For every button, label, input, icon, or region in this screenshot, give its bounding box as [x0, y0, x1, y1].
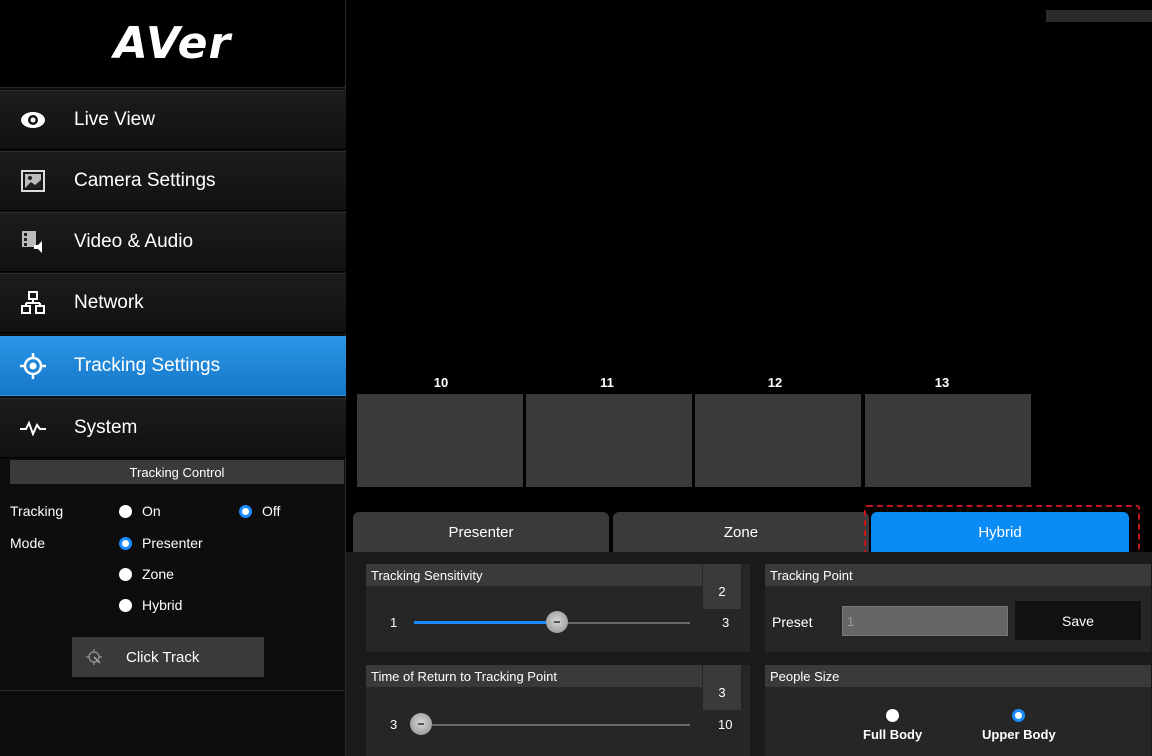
mode-hybrid-radio[interactable]: Hybrid	[119, 597, 182, 613]
radio-dot	[119, 504, 132, 518]
preset-input[interactable]	[842, 606, 1008, 636]
preset-thumbnail[interactable]	[357, 394, 523, 487]
tab-zone[interactable]: Zone	[613, 512, 869, 552]
sidebar-item-label: System	[74, 417, 138, 438]
sidebar: AVer Live View Camera Settings Video & A…	[0, 0, 346, 756]
tracking-label: Tracking	[10, 503, 64, 519]
people-size-panel: People Size	[765, 665, 1151, 756]
tracking-control-header: Tracking Control	[10, 460, 344, 484]
mode-presenter-radio[interactable]: Presenter	[119, 535, 203, 551]
network-icon	[18, 288, 48, 318]
top-toolbar-strip	[1046, 10, 1152, 22]
tracking-off-radio[interactable]: Off	[239, 503, 280, 519]
radio-dot-selected	[239, 504, 252, 518]
preset-number: 10	[433, 375, 449, 390]
radio-label: Upper Body	[982, 727, 1056, 742]
sidebar-item-video-audio[interactable]: Video & Audio	[0, 212, 346, 272]
return-time-slider-handle[interactable]	[410, 713, 432, 735]
mode-label: Mode	[10, 535, 46, 551]
logo-text: AVer	[113, 18, 232, 69]
pulse-icon	[18, 413, 48, 443]
preset-number: 11	[600, 375, 614, 390]
highlight-outline	[864, 505, 1140, 559]
sidebar-item-network[interactable]: Network	[0, 273, 346, 333]
preset-thumbnail[interactable]	[526, 394, 692, 487]
preset-thumbnail[interactable]	[695, 394, 861, 487]
sidebar-item-label: Network	[74, 292, 144, 313]
upper-body-radio[interactable]: Upper Body	[982, 709, 1056, 742]
divider	[0, 690, 346, 691]
return-time-value: 3	[703, 665, 741, 710]
radio-dot	[119, 567, 132, 581]
preset-number: 12	[767, 375, 783, 390]
radio-label: Off	[262, 503, 281, 519]
radio-dot-selected	[119, 536, 132, 550]
click-target-icon	[84, 647, 104, 667]
mode-zone-radio[interactable]: Zone	[119, 566, 174, 582]
panel-title: People Size	[765, 665, 1151, 687]
tracking-sensitivity-value: 2	[703, 564, 741, 609]
preset-number: 13	[934, 375, 950, 390]
slider-max-label: 3	[722, 615, 730, 630]
tracking-on-radio[interactable]: On	[119, 503, 161, 519]
logo: AVer	[0, 0, 345, 88]
preset-label: Preset	[772, 614, 813, 630]
radio-dot-selected	[1012, 709, 1026, 722]
click-track-label: Click Track	[126, 648, 200, 666]
tracking-sensitivity-panel: Tracking Sensitivity	[366, 564, 750, 652]
slider-min-label: 1	[390, 615, 398, 630]
slider-max-label: 10	[718, 717, 733, 732]
slider-min-label: 3	[390, 717, 398, 732]
click-track-button[interactable]: Click Track	[72, 637, 264, 677]
radio-dot	[886, 709, 900, 722]
radio-label: Full Body	[863, 727, 923, 742]
sidebar-item-system[interactable]: System	[0, 398, 346, 458]
sidebar-item-label: Camera Settings	[74, 170, 216, 191]
save-button[interactable]: Save	[1015, 601, 1141, 640]
eye-icon	[18, 105, 48, 135]
sidebar-item-tracking-settings[interactable]: Tracking Settings	[0, 336, 346, 396]
tracking-sensitivity-fill	[414, 621, 560, 624]
tracking-sensitivity-slider-handle[interactable]	[546, 611, 568, 633]
full-body-radio[interactable]: Full Body	[863, 709, 922, 742]
radio-label: Presenter	[142, 535, 203, 551]
image-icon	[18, 166, 48, 196]
panel-title: Time of Return to Tracking Point	[366, 665, 702, 687]
radio-label: On	[142, 503, 161, 519]
video-audio-icon	[18, 227, 48, 257]
sidebar-item-label: Video & Audio	[74, 231, 194, 252]
sidebar-item-camera-settings[interactable]: Camera Settings	[0, 151, 346, 211]
radio-label: Hybrid	[142, 597, 183, 613]
radio-label: Zone	[142, 566, 174, 582]
sidebar-item-live-view[interactable]: Live View	[0, 90, 346, 150]
preset-thumbnail[interactable]	[865, 394, 1031, 487]
return-time-panel: Time of Return to Tracking Point	[366, 665, 750, 756]
sidebar-item-label: Tracking Settings	[74, 355, 221, 376]
return-time-track[interactable]	[414, 724, 690, 726]
tab-presenter[interactable]: Presenter	[353, 512, 609, 552]
panel-title: Tracking Point	[765, 564, 1151, 586]
panel-title: Tracking Sensitivity	[366, 564, 702, 586]
sidebar-item-label: Live View	[74, 109, 155, 130]
radio-dot	[119, 598, 132, 612]
crosshair-icon	[18, 351, 48, 381]
